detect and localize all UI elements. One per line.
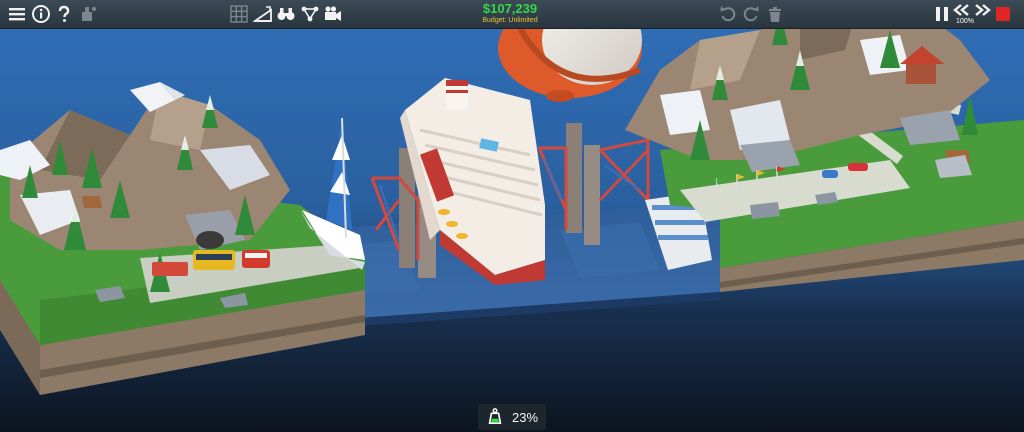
budget-label: Budget: Unlimited (482, 17, 538, 24)
binoculars-icon[interactable] (275, 3, 297, 25)
stress-percent: 23% (511, 409, 539, 425)
weight-icon (486, 407, 504, 428)
money-display: $107,239 (482, 1, 538, 16)
menu-icon[interactable] (6, 3, 28, 25)
top-toolbar: $107,239 Budget: Unlimited 100% (0, 0, 1024, 29)
red-car (848, 163, 868, 171)
speed-label: 100% (956, 18, 974, 25)
undo-icon[interactable] (717, 3, 739, 25)
record-icon[interactable] (992, 3, 1014, 25)
truck (152, 262, 188, 276)
blue-car (822, 170, 838, 178)
stress-indicator: 23% (478, 404, 546, 430)
cabin (906, 64, 936, 84)
redo-icon[interactable] (740, 3, 762, 25)
theme-bucket-icon[interactable] (77, 3, 99, 25)
trash-icon[interactable] (764, 3, 786, 25)
red-van (242, 250, 270, 268)
grid-icon[interactable] (228, 3, 250, 25)
graph-icon[interactable] (299, 3, 321, 25)
game-viewport[interactable] (0, 28, 1024, 432)
ramp-icon[interactable] (252, 3, 274, 25)
camera-icon[interactable] (322, 3, 344, 25)
help-icon[interactable] (53, 3, 75, 25)
info-icon[interactable] (30, 3, 52, 25)
